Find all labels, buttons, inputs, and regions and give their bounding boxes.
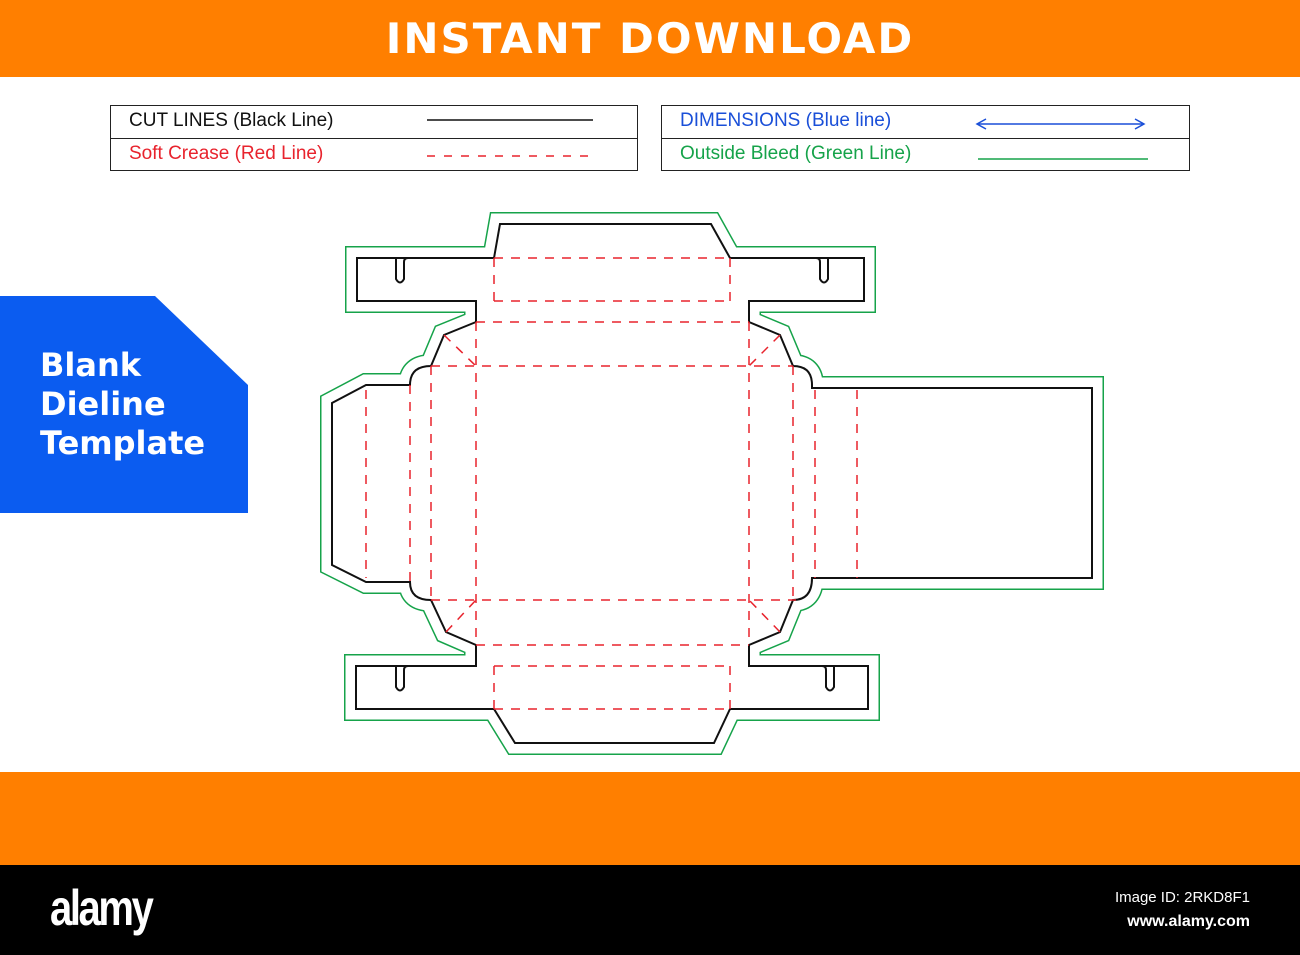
cut-line-outline: [331, 223, 1093, 744]
stock-footer: alamy Image ID: 2RKD8F1 www.alamy.com: [0, 865, 1300, 955]
alamy-logo: alamy: [50, 880, 154, 936]
site-url: www.alamy.com: [1127, 913, 1250, 930]
footer-banner: [0, 772, 1300, 865]
image-id: Image ID: 2RKD8F1: [1114, 889, 1250, 906]
